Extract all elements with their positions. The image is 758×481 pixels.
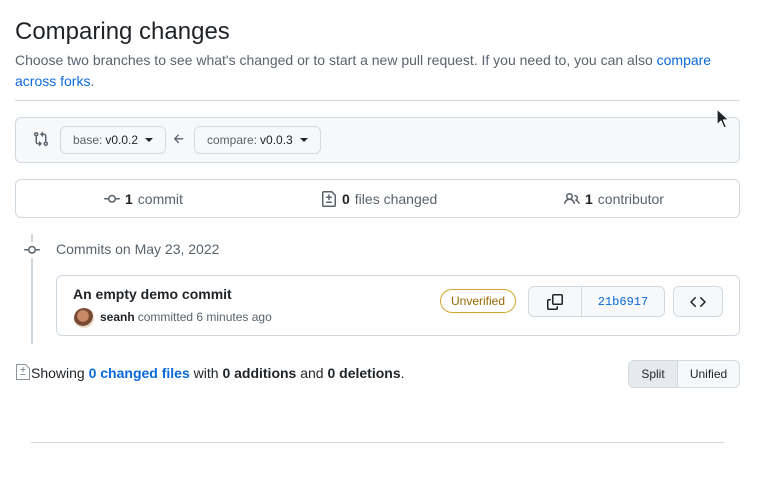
commits-date-heading: Commits on May 23, 2022: [56, 241, 220, 257]
base-value: v0.0.2: [105, 133, 139, 147]
compare-stats: 1 commit 0 files changed 1 contributor: [15, 179, 740, 218]
avatar[interactable]: [74, 308, 94, 328]
commit-sha-group: 21b6917: [528, 286, 665, 317]
commits-label: commit: [137, 190, 183, 207]
code-icon: [690, 294, 706, 310]
commits-count: 1: [125, 190, 133, 207]
header-divider: [15, 100, 740, 101]
files-changed-tab[interactable]: 0 files changed: [321, 180, 437, 217]
deletions-count: 0 deletions: [327, 365, 401, 381]
chevron-down-icon: [299, 138, 308, 142]
description-text: Choose two branches to see what's change…: [15, 52, 657, 68]
arrow-left-icon: [172, 132, 186, 146]
git-commit-icon: [104, 191, 120, 207]
people-icon: [564, 191, 580, 207]
summary-mid1: with: [189, 365, 223, 381]
file-diff-icon: [16, 364, 30, 380]
copy-icon: [547, 293, 563, 310]
copy-sha-button[interactable]: [529, 287, 582, 316]
commit-title-link[interactable]: An empty demo commit: [73, 286, 232, 302]
compare-branch-select[interactable]: compare: v0.0.3: [194, 126, 321, 154]
files-label: files changed: [354, 190, 438, 207]
summary-suffix: .: [400, 365, 405, 381]
split-view-button[interactable]: Split: [629, 361, 678, 387]
compare-value: v0.0.3: [260, 133, 293, 147]
git-commit-icon: [24, 242, 40, 258]
page-description: Choose two branches to see what's change…: [15, 50, 715, 92]
commit-meta: seanh committed 6 minutes ago: [100, 310, 272, 324]
file-diff-icon: [321, 190, 337, 207]
unverified-badge[interactable]: Unverified: [440, 289, 517, 313]
git-compare-icon: [33, 131, 49, 147]
files-count: 0: [342, 190, 350, 207]
diff-summary: Showing 0 changed files with 0 additions…: [31, 364, 405, 382]
contributors-label: contributor: [597, 190, 664, 207]
description-suffix: .: [90, 73, 95, 89]
base-label: base:: [73, 133, 103, 147]
chevron-down-icon: [145, 138, 154, 142]
summary-prefix: Showing: [31, 365, 89, 381]
changed-files-link[interactable]: 0 changed files: [89, 365, 190, 381]
commit-sha-link[interactable]: 21b6917: [582, 287, 664, 316]
diff-view-toggle: Split Unified: [628, 360, 740, 388]
range-editor: base: v0.0.2 compare: v0.0.3: [15, 117, 740, 163]
mouse-cursor-icon: [716, 108, 730, 130]
commit-time: committed 6 minutes ago: [137, 310, 272, 324]
commits-tab[interactable]: 1 commit: [104, 180, 183, 217]
commit-author-link[interactable]: seanh: [100, 310, 135, 324]
page-title: Comparing changes: [15, 18, 230, 45]
unified-view-button[interactable]: Unified: [678, 361, 739, 387]
compare-label: compare:: [207, 133, 258, 147]
summary-mid2: and: [296, 365, 328, 381]
base-branch-select[interactable]: base: v0.0.2: [60, 126, 167, 154]
browse-repo-button[interactable]: [673, 286, 723, 317]
contributors-count: 1: [585, 190, 593, 207]
contributors-tab[interactable]: 1 contributor: [564, 180, 664, 217]
additions-count: 0 additions: [222, 365, 297, 381]
commit-list-item: An empty demo commit seanh committed 6 mi…: [56, 275, 740, 336]
bottom-divider: [31, 442, 724, 443]
